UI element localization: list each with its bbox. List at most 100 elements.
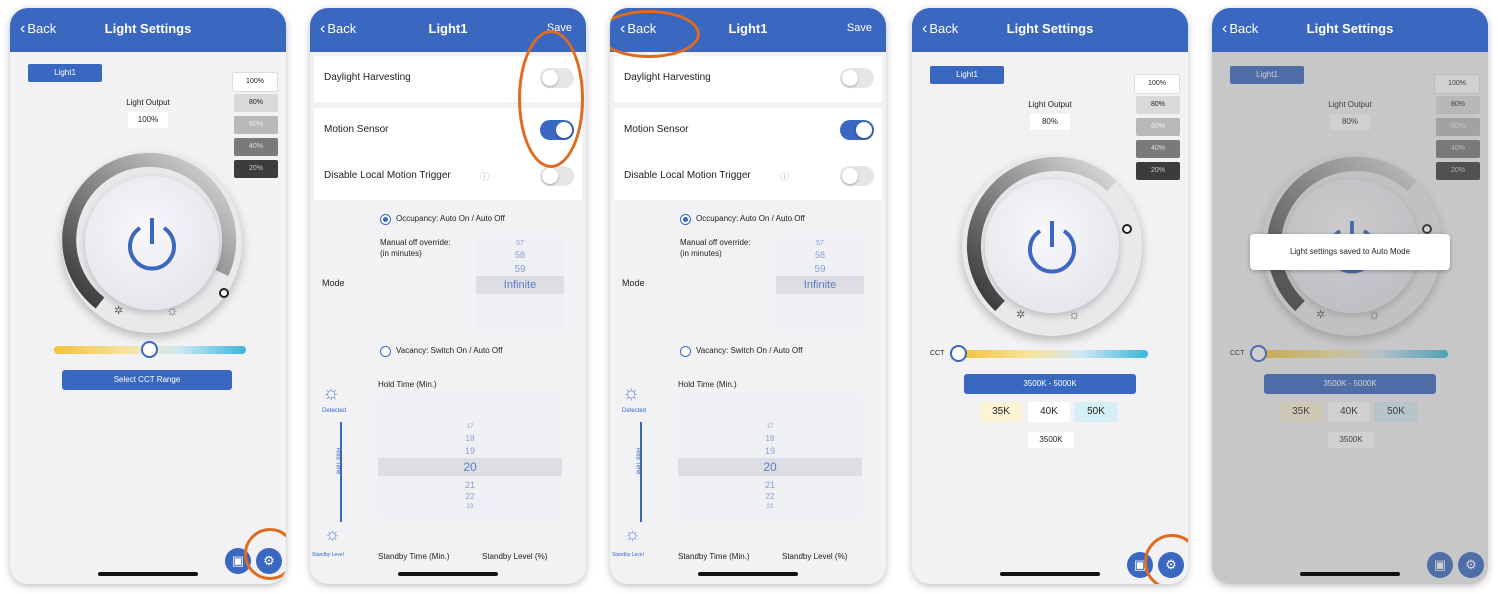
manual-override-label: Manual off override: — [680, 238, 751, 247]
occupancy-label: Occupancy: Auto On / Auto Off — [396, 214, 505, 223]
select-cct-range-button[interactable]: Select CCT Range — [62, 370, 232, 390]
picker-item: 19 — [764, 446, 775, 456]
brightness-dial[interactable] — [962, 156, 1142, 336]
sun-dim-icon: ✲ — [1016, 309, 1026, 321]
daylight-toggle[interactable] — [840, 68, 874, 88]
daylight-card: Daylight Harvesting — [614, 56, 882, 102]
level-100[interactable]: 100% — [232, 72, 278, 92]
navbar: ‹ Back Light Settings — [1212, 8, 1488, 52]
picker-item: 18 — [465, 434, 475, 443]
cct-slider[interactable] — [958, 350, 1148, 358]
power-icon[interactable] — [985, 179, 1119, 313]
occupancy-label: Occupancy: Auto On / Auto Off — [696, 214, 805, 223]
hold-time-picker[interactable]: 17 18 19 20 21 22 23 — [678, 394, 862, 518]
picker-item: 21 — [464, 480, 475, 490]
picker-item: 23 — [766, 504, 774, 510]
standby-time-label: Standby Time (Min.) — [378, 552, 450, 561]
motion-card: Motion Sensor Disable Local Motion Trigg… — [614, 108, 882, 200]
standby-sun-icon: ☼ — [324, 524, 341, 544]
picker-item: 17 — [766, 424, 774, 430]
picker-item: 58 — [814, 250, 825, 260]
picker-item: 22 — [465, 492, 475, 501]
info-icon[interactable]: ⓘ — [780, 170, 789, 183]
home-indicator — [1300, 572, 1400, 576]
picker-item: 19 — [464, 446, 475, 456]
disable-local-toggle[interactable] — [840, 166, 874, 186]
override-picker[interactable]: 57 58 59 Infinite — [776, 238, 864, 330]
cct-slider-handle[interactable] — [950, 345, 967, 362]
phone-light1-back: ‹ Back Light1 Save Daylight Harvesting Mo… — [610, 8, 886, 584]
picker-item: 58 — [514, 250, 525, 260]
motion-toggle[interactable] — [840, 120, 874, 140]
navbar: ‹ Back Light Settings — [10, 8, 286, 52]
level-40[interactable]: 40% — [1136, 140, 1180, 158]
home-indicator — [398, 572, 498, 576]
detected-label: Detected — [622, 408, 647, 414]
occupancy-radio[interactable] — [680, 214, 691, 225]
cct-chip-50k[interactable]: 50K — [1074, 402, 1118, 422]
navbar: ‹ Back Light Settings — [912, 8, 1188, 52]
hold-time-vertical: Hold Time — [334, 447, 341, 475]
picker-selected: Infinite — [476, 276, 564, 294]
sun-dim-icon: ✲ — [114, 305, 124, 317]
picker-item: 22 — [765, 492, 775, 501]
hold-time-vertical: Hold Time — [634, 447, 641, 475]
level-60[interactable]: 60% — [1136, 118, 1180, 136]
save-button[interactable]: Save — [847, 22, 872, 34]
cct-range-button[interactable]: 3500K - 5000K — [964, 374, 1136, 394]
brightness-dial[interactable] — [62, 153, 242, 333]
manual-override-label: Manual off override: — [380, 238, 451, 247]
picker-selected: 20 — [378, 458, 562, 476]
in-minutes-label: (in minutes) — [680, 249, 722, 258]
cct-value: 3500K — [1028, 432, 1074, 448]
picker-item: 59 — [514, 264, 526, 275]
occupancy-radio[interactable] — [380, 214, 391, 225]
page-title: Light Settings — [1006, 21, 1094, 36]
vacancy-label: Vacancy: Switch On / Auto Off — [396, 346, 503, 355]
vacancy-label: Vacancy: Switch On / Auto Off — [696, 346, 803, 355]
phone-saved-toast: ‹ Back Light Settings Light1 100% 80% 60%… — [1212, 8, 1488, 584]
dial-handle[interactable] — [219, 288, 229, 298]
detected-label: Detected — [322, 408, 347, 414]
picker-item: 18 — [765, 434, 775, 443]
picker-selected: Infinite — [776, 276, 864, 294]
dial-handle[interactable] — [1122, 224, 1132, 234]
light-tag[interactable]: Light1 — [28, 64, 102, 82]
cct-chip-35k[interactable]: 35K — [980, 402, 1022, 422]
dial-face — [985, 179, 1119, 313]
standby-level-label: Standby Level (%) — [782, 552, 848, 561]
level-100[interactable]: 100% — [1134, 74, 1180, 94]
picker-item: 21 — [764, 480, 775, 490]
home-indicator — [1000, 572, 1100, 576]
standby-time-label: Standby Time (Min.) — [678, 552, 750, 561]
light-output-label: Light Output — [126, 98, 170, 107]
disable-local-toggle[interactable] — [540, 166, 574, 186]
hold-time-label: Hold Time (Min.) — [678, 380, 737, 389]
info-icon[interactable]: ⓘ — [480, 170, 489, 183]
dial-face — [85, 176, 219, 310]
vacancy-radio[interactable] — [680, 346, 691, 357]
picker-item: 23 — [466, 504, 474, 510]
saved-toast: Light settings saved to Auto Mode — [1250, 234, 1450, 270]
cct-label: CCT — [930, 350, 945, 357]
light-output-value: 80% — [1030, 114, 1070, 130]
disable-local-label: Disable Local Motion Trigger — [624, 170, 751, 181]
daylight-label: Daylight Harvesting — [624, 72, 711, 83]
level-60[interactable]: 60% — [234, 116, 278, 134]
vacancy-radio[interactable] — [380, 346, 391, 357]
cct-chip-40k[interactable]: 40K — [1028, 402, 1070, 422]
sun-bright-icon: ☼ — [166, 302, 179, 318]
light-tag[interactable]: Light1 — [930, 66, 1004, 84]
override-picker[interactable]: 57 58 59 Infinite — [476, 238, 564, 330]
cct-slider-handle[interactable] — [141, 341, 158, 358]
standby-level-side: Standby Level — [612, 552, 644, 558]
daylight-label: Daylight Harvesting — [324, 72, 411, 83]
mode-label: Mode — [622, 278, 645, 288]
hold-time-label: Hold Time (Min.) — [378, 380, 437, 389]
light-output-label: Light Output — [1028, 100, 1072, 109]
level-20[interactable]: 20% — [1136, 162, 1180, 180]
power-icon[interactable] — [85, 176, 219, 310]
hold-time-picker[interactable]: 17 18 19 20 21 22 23 — [378, 394, 562, 518]
in-minutes-label: (in minutes) — [380, 249, 422, 258]
home-indicator — [98, 572, 198, 576]
